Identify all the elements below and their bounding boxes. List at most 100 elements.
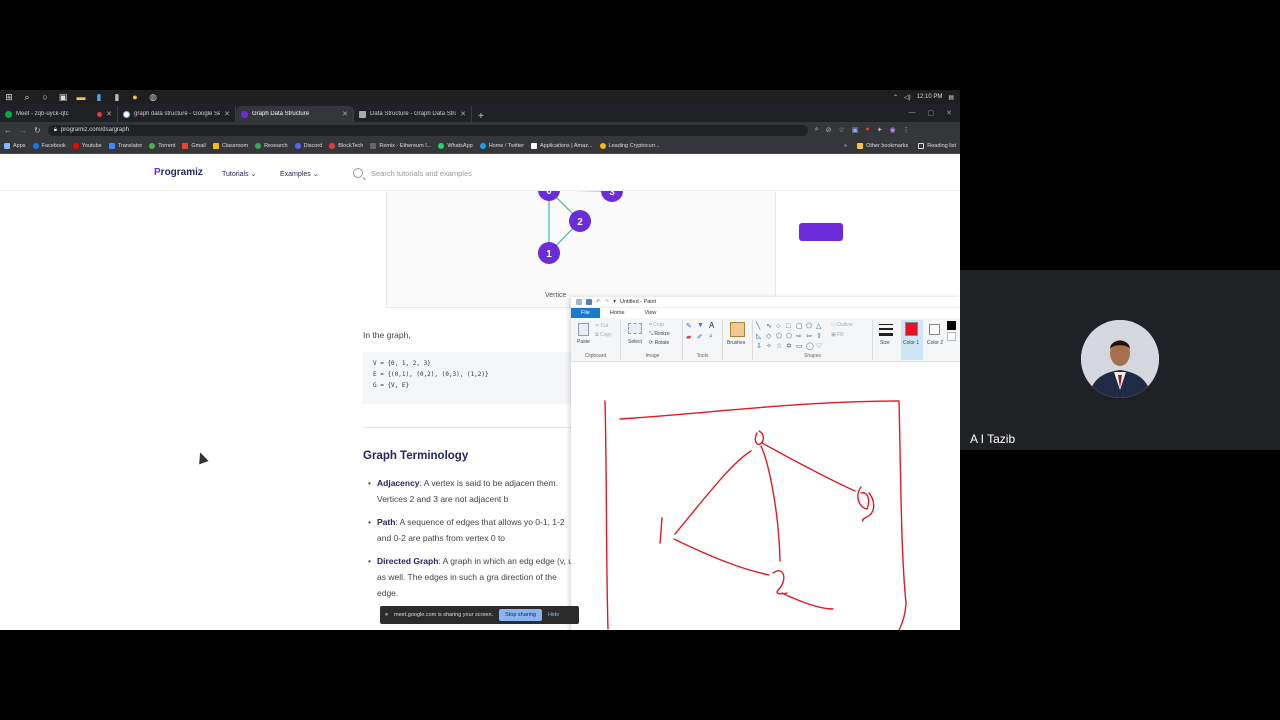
redo-icon[interactable]: ↷ xyxy=(605,299,610,305)
hide-button[interactable]: Hide xyxy=(548,612,559,618)
paste-icon[interactable] xyxy=(578,323,589,336)
app-icon[interactable]: ▮ xyxy=(112,92,122,102)
clock[interactable]: 12:10 PM xyxy=(917,94,943,100)
paint-canvas[interactable] xyxy=(571,363,960,630)
other-bookmarks-folder[interactable]: Other bookmarks xyxy=(857,142,908,149)
maximize-icon[interactable]: ▢ xyxy=(928,109,935,117)
search-icon[interactable]: ⌕ xyxy=(22,92,32,102)
bookmark-apps[interactable]: Apps xyxy=(4,142,26,149)
search-input[interactable]: Search tutorials and examples xyxy=(371,169,472,178)
back-icon[interactable]: ← xyxy=(4,126,12,135)
tab-graph-data-structure[interactable]: Graph Data Structure ✕ xyxy=(236,106,354,122)
color2-swatch[interactable] xyxy=(929,324,940,335)
callout-rect-shape-icon[interactable]: ▭ xyxy=(796,342,805,351)
site-search[interactable]: Search tutorials and examples xyxy=(353,168,472,178)
size-button[interactable]: Size xyxy=(880,340,890,346)
bookmark-research[interactable]: Research xyxy=(255,142,288,149)
reload-icon[interactable]: ↻ xyxy=(34,126,41,135)
chrome-icon[interactable]: ● xyxy=(130,92,140,102)
puzzle-icon[interactable]: ✦ xyxy=(877,126,883,134)
outline-button[interactable]: ▭ Outline xyxy=(831,322,853,328)
bookmark-classroom[interactable]: Classroom xyxy=(212,142,248,149)
oval-shape-icon[interactable]: ○ xyxy=(776,322,785,331)
minimize-icon[interactable]: — xyxy=(909,109,916,117)
address-bar[interactable]: 🔒︎ programiz.com/dsa/graph xyxy=(47,124,808,136)
eraser-icon[interactable]: ▰ xyxy=(686,333,691,341)
cortana-icon[interactable]: ○ xyxy=(40,92,50,102)
arrow-up-shape-icon[interactable]: ⇧ xyxy=(816,332,825,341)
new-tab-button[interactable]: + xyxy=(472,111,490,122)
tab-google-search[interactable]: graph data structure - Google Se ✕ xyxy=(118,106,236,122)
volume-icon[interactable]: ◁) xyxy=(904,94,911,101)
extension-icon[interactable]: ● xyxy=(865,126,869,134)
triangle-shape-icon[interactable]: △ xyxy=(816,322,825,331)
stop-sharing-button[interactable]: Stop sharing xyxy=(499,609,542,621)
tab-meet[interactable]: Meet - zqb-uyck-qtc ✕ xyxy=(0,106,118,122)
fill-button[interactable]: ▣ Fill xyxy=(831,332,844,338)
bookmark-discord[interactable]: Discord xyxy=(294,142,322,149)
search-icon[interactable]: ⌕ xyxy=(815,126,819,134)
drag-handle-icon[interactable]: ⏸ xyxy=(385,612,388,619)
brush-icon[interactable] xyxy=(730,322,745,337)
fill-icon[interactable]: ▼ xyxy=(697,322,704,329)
bookmark-facebook[interactable]: Facebook xyxy=(32,142,66,149)
color-palette-swatch[interactable] xyxy=(947,321,956,330)
copy-button[interactable]: ⧉ Copy xyxy=(595,332,612,338)
reading-list-button[interactable]: Reading list xyxy=(918,142,956,149)
nav-tutorials[interactable]: Tutorials ⌄ xyxy=(222,170,256,178)
close-window-icon[interactable]: ✕ xyxy=(946,109,952,117)
close-icon[interactable]: ✕ xyxy=(460,110,466,118)
bookmark-youtube[interactable]: Youtube xyxy=(72,142,102,149)
star6-shape-icon[interactable]: ✡ xyxy=(786,342,795,351)
top-button[interactable] xyxy=(799,223,843,241)
bookmark-amazon[interactable]: Applications | Amaz... xyxy=(531,142,593,149)
crop-button[interactable]: ⌗ Crop xyxy=(649,322,664,328)
chevron-up-icon[interactable]: ⌃ xyxy=(893,94,898,101)
undo-icon[interactable]: ↶ xyxy=(596,299,601,305)
color-picker-icon[interactable]: ✐ xyxy=(697,333,703,341)
programiz-logo[interactable]: Programiz xyxy=(154,167,203,178)
arrow-left-shape-icon[interactable]: ⇦ xyxy=(806,332,815,341)
windows-start-icon[interactable]: ⊞ xyxy=(4,92,14,102)
close-icon[interactable]: ✕ xyxy=(342,110,348,118)
extension-icon[interactable]: ▣ xyxy=(852,126,859,134)
tab-view[interactable]: View xyxy=(635,308,667,318)
bookmark-translator[interactable]: Translator xyxy=(108,142,142,149)
hide-icon[interactable]: ⊘ xyxy=(826,126,832,134)
forward-icon[interactable]: → xyxy=(19,126,27,135)
polygon-shape-icon[interactable]: ⬠ xyxy=(806,322,815,331)
bookmark-crypto[interactable]: Leading Cryptocurr... xyxy=(599,142,660,149)
curve-shape-icon[interactable]: ∿ xyxy=(766,322,775,331)
bookmark-twitter[interactable]: Home / Twitter xyxy=(479,142,524,149)
heart-shape-icon[interactable]: ♡ xyxy=(816,342,825,351)
line-shape-icon[interactable]: ╲ xyxy=(756,322,765,331)
rounded-rect-shape-icon[interactable]: ▢ xyxy=(796,322,805,331)
tab-home[interactable]: Home xyxy=(600,308,635,318)
star5-shape-icon[interactable]: ☆ xyxy=(776,342,785,351)
pencil-icon[interactable]: ✎ xyxy=(686,322,692,330)
app-icon[interactable]: ▮ xyxy=(94,92,104,102)
tab-data-structure[interactable]: Data Structure - Graph Data Stru ✕ xyxy=(354,106,472,122)
bookmark-gmail[interactable]: Gmail xyxy=(182,142,206,149)
nav-examples[interactable]: Examples ⌄ xyxy=(280,170,319,178)
resize-button[interactable]: ⤡ Resize xyxy=(649,331,670,337)
profile-icon[interactable]: ◉ xyxy=(890,126,896,134)
app-icon[interactable]: ◍ xyxy=(148,92,158,102)
diamond-shape-icon[interactable]: ◇ xyxy=(766,332,775,341)
color1-group[interactable]: Color 1 xyxy=(901,320,923,360)
color1-button[interactable]: Color 1 xyxy=(903,340,919,346)
hexagon-shape-icon[interactable]: ⬡ xyxy=(786,332,795,341)
close-icon[interactable]: ✕ xyxy=(224,110,230,118)
arrow-down-shape-icon[interactable]: ⇩ xyxy=(756,342,765,351)
rotate-button[interactable]: ⟳ Rotate xyxy=(649,340,669,346)
brushes-button[interactable]: Brushes xyxy=(727,340,745,346)
select-icon[interactable] xyxy=(628,323,642,334)
callout-oval-shape-icon[interactable]: ◯ xyxy=(806,342,815,351)
right-triangle-shape-icon[interactable]: ◺ xyxy=(756,332,765,341)
more-bookmarks-button[interactable]: » xyxy=(844,143,847,149)
rectangle-shape-icon[interactable]: □ xyxy=(786,322,795,331)
cut-button[interactable]: ✂ Cut xyxy=(595,323,608,329)
star4-shape-icon[interactable]: ✧ xyxy=(766,342,775,351)
color-palette-swatch[interactable] xyxy=(947,332,956,341)
quick-access-menu-icon[interactable]: ▾ xyxy=(613,299,616,305)
